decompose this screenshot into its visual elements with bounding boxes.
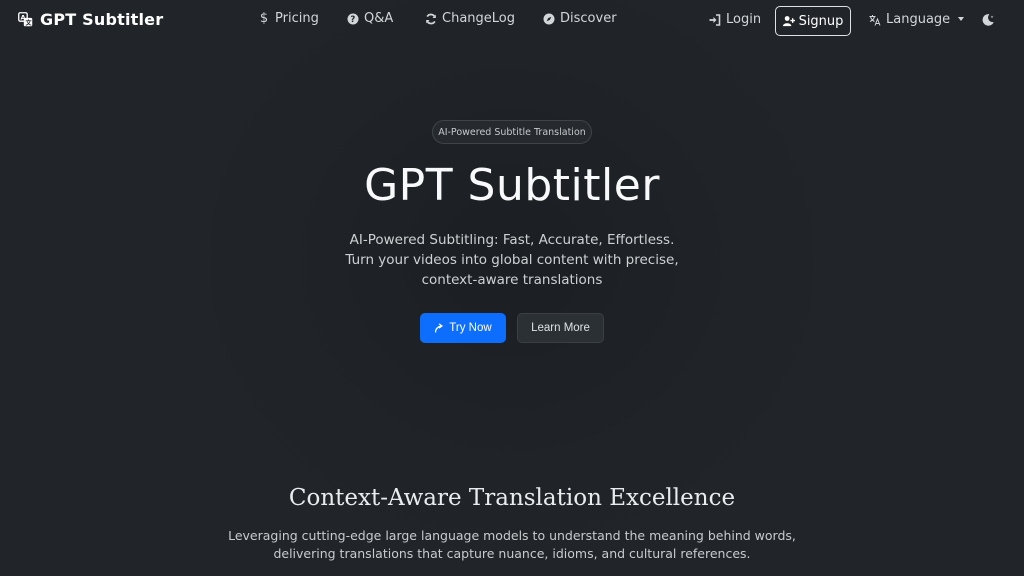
arrow-up-right-icon	[434, 323, 444, 333]
login-label: Login	[726, 12, 762, 27]
hero-badge: AI-Powered Subtitle Translation	[432, 120, 592, 144]
nav-pricing[interactable]: $ Pricing	[258, 11, 319, 26]
section-description-line2: delivering translations that capture nua…	[273, 546, 751, 561]
brand-link[interactable]: A 文 GPT Subtitler	[18, 10, 163, 29]
signup-button[interactable]: Signup	[775, 6, 851, 36]
page: A 文 GPT Subtitler $ Pricing ? Q&A Change…	[0, 0, 1024, 576]
navbar: A 文 GPT Subtitler $ Pricing ? Q&A Change…	[0, 0, 1024, 41]
nav-pricing-label: Pricing	[275, 11, 319, 26]
nav-discover[interactable]: Discover	[543, 11, 617, 26]
sign-in-icon	[709, 13, 721, 26]
language-label: Language	[886, 12, 951, 27]
nav-qa[interactable]: ? Q&A	[347, 11, 393, 26]
hero-title: GPT Subtitler	[364, 160, 660, 211]
chevron-down-icon	[958, 16, 965, 21]
user-plus-icon	[782, 15, 795, 27]
language-dropdown[interactable]: Language	[869, 12, 965, 27]
section-description-line1: Leveraging cutting-edge large language m…	[228, 528, 796, 543]
compass-icon	[543, 13, 555, 25]
hero-subtitle-line1: AI-Powered Subtitling: Fast, Accurate, E…	[349, 232, 675, 248]
try-now-button[interactable]: Try Now	[420, 313, 506, 343]
moon-icon[interactable]	[981, 12, 995, 26]
learn-more-button[interactable]: Learn More	[517, 313, 604, 343]
signup-label: Signup	[798, 13, 844, 29]
nav-qa-label: Q&A	[364, 11, 394, 26]
language-icon	[869, 14, 881, 26]
nav-discover-label: Discover	[560, 11, 617, 26]
hero-subtitle: AI-Powered Subtitling: Fast, Accurate, E…	[312, 230, 712, 290]
try-now-label: Try Now	[449, 322, 492, 334]
svg-text:文: 文	[25, 19, 33, 27]
section-title: Context-Aware Translation Excellence	[288, 485, 736, 511]
nav-changelog[interactable]: ChangeLog	[425, 11, 515, 26]
nav-changelog-label: ChangeLog	[442, 11, 515, 26]
hero-subtitle-line2: Turn your videos into global content wit…	[345, 252, 679, 268]
question-circle-icon: ?	[347, 13, 359, 25]
login-link[interactable]: Login	[709, 12, 761, 27]
hero-subtitle-line3: context-aware translations	[421, 272, 603, 288]
section-description: Leveraging cutting-edge large language m…	[212, 527, 812, 563]
dollar-icon: $	[259, 11, 269, 26]
translate-icon: A 文	[18, 12, 33, 27]
refresh-icon	[425, 13, 437, 25]
brand-label: GPT Subtitler	[40, 10, 164, 29]
svg-text:?: ?	[350, 15, 355, 25]
